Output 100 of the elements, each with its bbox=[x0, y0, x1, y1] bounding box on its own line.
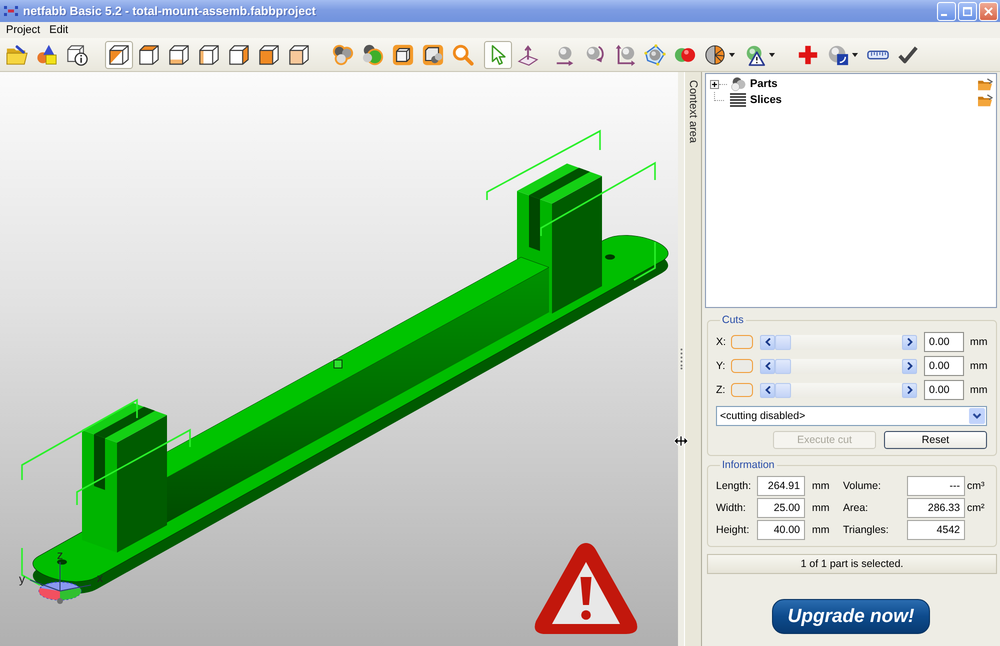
tree-item-label[interactable]: Parts bbox=[750, 78, 778, 90]
magnifier-icon bbox=[452, 44, 474, 66]
cube-spheres-icon bbox=[422, 44, 444, 66]
cube-frame-icon bbox=[392, 44, 414, 66]
value-field[interactable]: 4542 bbox=[907, 520, 965, 540]
toolbar-button[interactable] bbox=[105, 40, 133, 68]
app-logo-icon bbox=[4, 6, 18, 16]
spheres-icon bbox=[332, 44, 354, 66]
minimize-icon bbox=[941, 14, 947, 16]
maximize-icon bbox=[963, 6, 972, 16]
axis-field-label: X: bbox=[716, 336, 727, 348]
center-marker[interactable] bbox=[334, 360, 342, 368]
field-label: Volume: bbox=[843, 480, 882, 492]
spheres-icon bbox=[362, 44, 384, 66]
close-button[interactable] bbox=[979, 2, 998, 20]
cut-position-field[interactable]: 0.00 bbox=[924, 356, 964, 376]
view-cube-icon bbox=[198, 44, 220, 66]
close-icon bbox=[984, 6, 993, 16]
unit-label: mm bbox=[811, 480, 830, 492]
plane-toggle-button[interactable] bbox=[731, 359, 753, 373]
expand-toggle-icon[interactable] bbox=[710, 80, 719, 88]
unit-label: cm² bbox=[966, 502, 986, 514]
plane-toggle-button[interactable] bbox=[731, 335, 753, 349]
slider-thumb[interactable] bbox=[775, 358, 791, 374]
field-label: Height: bbox=[716, 524, 750, 536]
slider-thumb[interactable] bbox=[775, 382, 791, 398]
sphere-square-icon bbox=[827, 44, 849, 66]
plane-arrow-icon bbox=[517, 44, 539, 66]
reset-button[interactable]: Reset bbox=[884, 431, 987, 449]
window-title: netfabb Basic 5.2 - total-mount-assemb.fabbproject bbox=[23, 4, 316, 18]
sphere-polygon-icon bbox=[644, 44, 666, 66]
context-area-tab[interactable]: Context area bbox=[687, 72, 699, 147]
view-cube-icon bbox=[288, 44, 310, 66]
slider-thumb[interactable] bbox=[775, 334, 791, 350]
chevron-left-icon bbox=[764, 362, 770, 370]
resize-cursor-icon bbox=[674, 436, 688, 446]
section-title: Cuts bbox=[721, 314, 745, 326]
field-label: Length: bbox=[716, 480, 752, 492]
menu-item[interactable]: Edit bbox=[49, 24, 68, 36]
minimize-button[interactable] bbox=[937, 2, 956, 20]
lines-icon bbox=[730, 93, 746, 107]
view-cube-icon bbox=[258, 44, 280, 66]
unit-label: mm bbox=[970, 384, 988, 396]
cut-position-field[interactable]: 0.00 bbox=[924, 380, 964, 400]
caret-icon bbox=[729, 52, 735, 56]
field-label: Width: bbox=[716, 502, 747, 514]
axis-label: z bbox=[57, 548, 63, 562]
menu-item[interactable]: Project bbox=[6, 24, 40, 36]
checkmark-icon bbox=[897, 44, 919, 66]
folder-icon bbox=[6, 44, 28, 66]
cutting-mode-dropdown[interactable]: <cutting disabled> bbox=[716, 406, 987, 426]
chevron-left-icon bbox=[764, 338, 770, 346]
scroll-right-button[interactable] bbox=[902, 382, 917, 398]
segmented-sphere-icon bbox=[704, 44, 726, 66]
axis-field-label: Z: bbox=[716, 384, 726, 396]
cube-info-icon bbox=[66, 44, 88, 66]
scroll-left-button[interactable] bbox=[760, 382, 775, 398]
sphere-warning-icon bbox=[744, 44, 766, 66]
status-bar: 1 of 1 part is selected. bbox=[707, 554, 997, 574]
unit-label: mm bbox=[811, 502, 830, 514]
unit-label: cm³ bbox=[966, 480, 986, 492]
value-field[interactable]: --- bbox=[907, 476, 965, 496]
view-cube-icon bbox=[168, 44, 190, 66]
caret-icon bbox=[769, 52, 775, 56]
folder-icon[interactable] bbox=[978, 78, 993, 90]
axis-label: y bbox=[19, 572, 25, 586]
sphere-axes-icon bbox=[614, 44, 636, 66]
upgrade-button[interactable]: Upgrade now! bbox=[772, 599, 930, 634]
value-field[interactable]: 264.91 bbox=[757, 476, 805, 496]
unit-label: mm bbox=[970, 336, 988, 348]
view-cube-icon bbox=[108, 44, 130, 66]
spheres-icon bbox=[730, 77, 746, 91]
cut-position-field[interactable]: 0.00 bbox=[924, 332, 964, 352]
value-field[interactable]: 40.00 bbox=[757, 520, 805, 540]
caret-icon bbox=[852, 52, 858, 56]
chevron-right-icon bbox=[906, 338, 912, 346]
chevron-right-icon bbox=[906, 362, 912, 370]
plus-icon bbox=[797, 44, 819, 66]
view-cube-icon bbox=[228, 44, 250, 66]
field-label: Area: bbox=[843, 502, 870, 514]
grip-icon bbox=[680, 348, 682, 370]
chevron-left-icon bbox=[764, 386, 770, 394]
field-label: Triangles: bbox=[843, 524, 890, 536]
view-cube-icon bbox=[138, 44, 160, 66]
axis-gizmo bbox=[30, 562, 92, 604]
scroll-right-button[interactable] bbox=[902, 334, 917, 350]
chevron-right-icon bbox=[906, 386, 912, 394]
value-field[interactable]: 286.33 bbox=[907, 498, 965, 518]
maximize-button[interactable] bbox=[958, 2, 977, 20]
value-field[interactable]: 25.00 bbox=[757, 498, 805, 518]
scroll-right-button[interactable] bbox=[902, 358, 917, 374]
tree-item-label[interactable]: Slices bbox=[750, 94, 782, 106]
folder-icon[interactable] bbox=[978, 94, 993, 106]
axis-field-label: Y: bbox=[716, 360, 726, 372]
scroll-left-button[interactable] bbox=[760, 358, 775, 374]
scroll-left-button[interactable] bbox=[760, 334, 775, 350]
plane-toggle-button[interactable] bbox=[731, 383, 753, 397]
unit-label: mm bbox=[811, 524, 830, 536]
section-title: Information bbox=[721, 459, 776, 471]
warning-icon bbox=[534, 543, 638, 634]
